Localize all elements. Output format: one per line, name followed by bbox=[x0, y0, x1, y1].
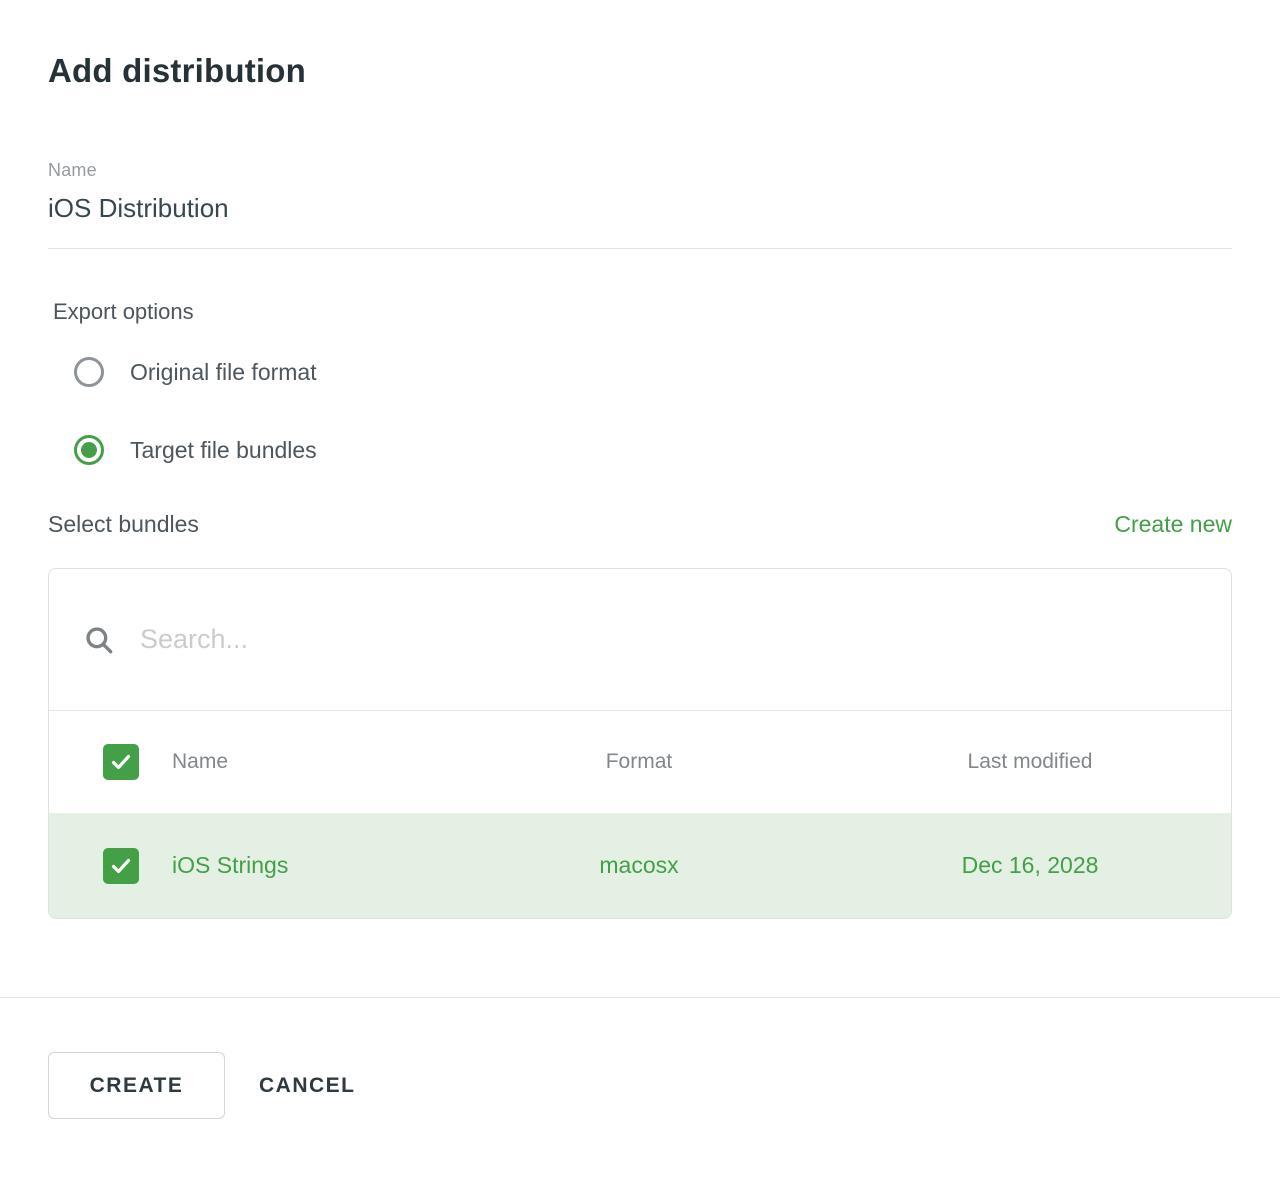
radio-original-file-format[interactable]: Original file format bbox=[74, 357, 1232, 387]
add-distribution-dialog: Add distribution Name Export options Ori… bbox=[0, 0, 1280, 1188]
radio-selected-icon bbox=[74, 435, 104, 465]
row-checkbox[interactable] bbox=[103, 848, 139, 884]
search-row bbox=[49, 569, 1231, 711]
column-header-format: Format bbox=[449, 750, 829, 774]
row-name: iOS Strings bbox=[172, 852, 449, 879]
radio-label: Target file bundles bbox=[130, 437, 317, 464]
cancel-button[interactable]: CANCEL bbox=[259, 1064, 356, 1108]
footer-divider bbox=[0, 997, 1280, 998]
check-icon bbox=[109, 750, 133, 774]
table-header-row: Name Format Last modified bbox=[49, 711, 1231, 813]
name-input[interactable] bbox=[48, 193, 1232, 224]
select-all-checkbox[interactable] bbox=[103, 744, 139, 780]
create-button[interactable]: CREATE bbox=[48, 1052, 225, 1119]
bundle-picker: Name Format Last modified iOS Strings ma… bbox=[48, 568, 1232, 919]
row-last-modified: Dec 16, 2028 bbox=[829, 852, 1231, 879]
table-row[interactable]: iOS Strings macosx Dec 16, 2028 bbox=[49, 813, 1231, 918]
radio-unselected-icon bbox=[74, 357, 104, 387]
radio-label: Original file format bbox=[130, 359, 317, 386]
check-icon bbox=[109, 854, 133, 878]
name-field: Name bbox=[48, 160, 1232, 249]
name-field-label: Name bbox=[48, 160, 1232, 181]
select-bundles-label: Select bundles bbox=[48, 511, 199, 538]
column-header-last-modified: Last modified bbox=[829, 750, 1231, 774]
search-icon bbox=[82, 623, 116, 657]
search-input[interactable] bbox=[140, 624, 1231, 655]
column-header-name: Name bbox=[172, 750, 449, 774]
row-format: macosx bbox=[449, 852, 829, 879]
export-options-label: Export options bbox=[53, 299, 1232, 325]
radio-target-file-bundles[interactable]: Target file bundles bbox=[74, 435, 1232, 465]
page-title: Add distribution bbox=[48, 52, 1232, 90]
create-new-link[interactable]: Create new bbox=[1114, 511, 1232, 538]
